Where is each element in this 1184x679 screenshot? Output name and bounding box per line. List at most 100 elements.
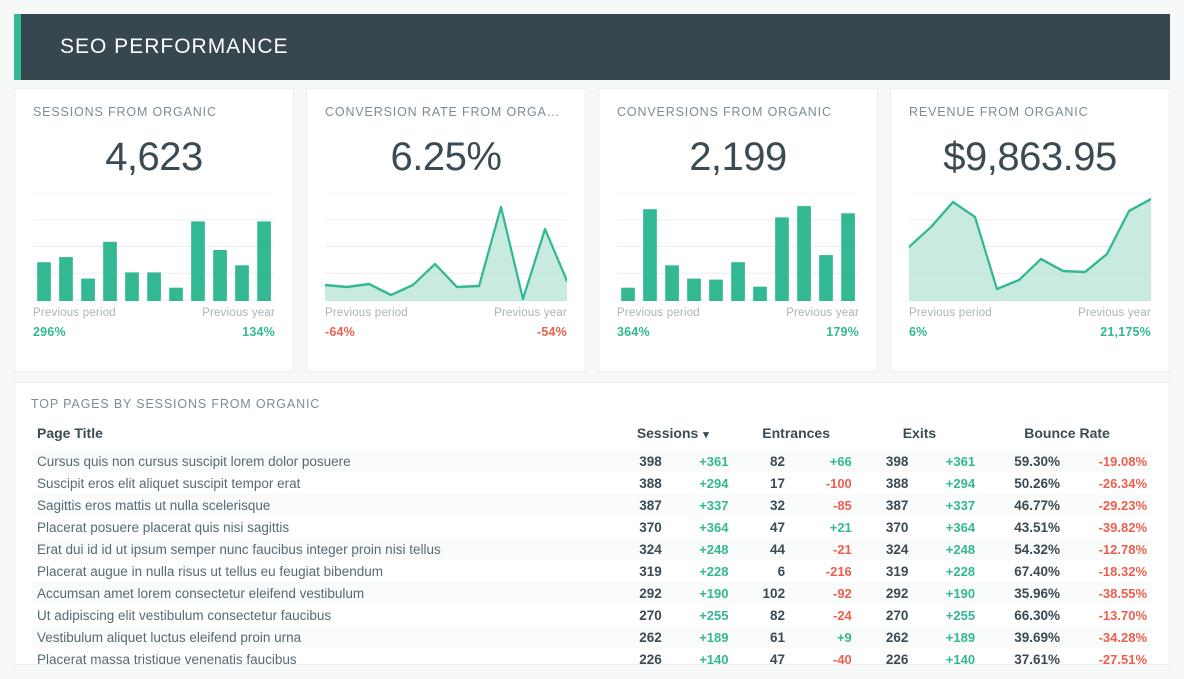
kpi-title: CONVERSION RATE FROM ORGA… bbox=[325, 105, 561, 119]
cell-sessions: 292 bbox=[639, 585, 662, 601]
cell-sessions-delta: +140 bbox=[699, 651, 729, 665]
prev-period-label: Previous period bbox=[617, 307, 700, 319]
cell-exits: 226 bbox=[885, 651, 909, 665]
prev-period-delta: 296% bbox=[33, 325, 66, 339]
kpi-sparkline-chart bbox=[33, 193, 275, 301]
cell-bounce-rate-delta: -34.28% bbox=[1098, 629, 1147, 645]
cell-exits: 270 bbox=[885, 607, 909, 623]
cell-exits-delta: +228 bbox=[945, 563, 976, 579]
top-pages-panel: TOP PAGES BY SESSIONS FROM ORGANIC Page … bbox=[14, 382, 1170, 665]
cell-bounce-rate: 59.30% bbox=[1014, 453, 1060, 469]
prev-year-label: Previous year bbox=[202, 307, 275, 319]
cell-entrances-delta: -216 bbox=[825, 563, 852, 579]
cell-page-title: Sagittis eros mattis ut nulla scelerisqu… bbox=[37, 497, 271, 513]
prev-period-label: Previous period bbox=[325, 307, 408, 319]
prev-period-label: Previous period bbox=[909, 307, 992, 319]
column-header-sessions[interactable]: Sessions ▾ bbox=[611, 421, 734, 450]
table-row[interactable]: Sagittis eros mattis ut nulla scelerisqu… bbox=[31, 494, 1153, 516]
cell-sessions: 324 bbox=[639, 541, 662, 557]
cell-exits: 292 bbox=[885, 585, 909, 601]
table-row[interactable]: Vestibulum aliquet luctus eleifend proin… bbox=[31, 626, 1153, 648]
column-header-entrances[interactable]: Entrances bbox=[734, 421, 857, 450]
cell-bounce-rate: 37.61% bbox=[1014, 651, 1060, 665]
cell-exits-delta: +140 bbox=[945, 651, 976, 665]
cell-exits-delta: +364 bbox=[945, 519, 976, 535]
kpi-footer: Previous period 364% Previous year 179% bbox=[617, 307, 859, 339]
cell-entrances-delta: -40 bbox=[833, 651, 852, 665]
prev-year-label: Previous year bbox=[1078, 307, 1151, 319]
cell-exits-delta: +190 bbox=[945, 585, 976, 601]
kpi-footer: Previous period -64% Previous year -54% bbox=[325, 307, 567, 339]
kpi-card[interactable]: SESSIONS FROM ORGANIC 4,623 Previous per… bbox=[14, 88, 294, 372]
cell-exits: 370 bbox=[885, 519, 909, 535]
kpi-sparkline-chart bbox=[909, 193, 1151, 301]
column-header-bounce-rate[interactable]: Bounce Rate bbox=[981, 421, 1153, 450]
cell-sessions-delta: +248 bbox=[699, 541, 729, 557]
cell-entrances: 17 bbox=[770, 475, 786, 491]
cell-page-title: Placerat posuere placerat quis nisi sagi… bbox=[37, 519, 290, 535]
cell-bounce-rate: 43.51% bbox=[1014, 519, 1060, 535]
prev-year-delta: 179% bbox=[826, 325, 859, 339]
table-row[interactable]: Accumsan amet lorem consectetur eleifend… bbox=[31, 582, 1153, 604]
cell-entrances: 82 bbox=[770, 607, 786, 623]
table-row[interactable]: Ut adipiscing elit vestibulum consectetu… bbox=[31, 604, 1153, 626]
table-row[interactable]: Erat dui id id ut ipsum semper nunc fauc… bbox=[31, 538, 1153, 560]
cell-bounce-rate: 46.77% bbox=[1014, 497, 1060, 513]
cell-entrances: 32 bbox=[770, 497, 786, 513]
kpi-footer: Previous period 296% Previous year 134% bbox=[33, 307, 275, 339]
cell-entrances-delta: +9 bbox=[836, 629, 852, 645]
prev-year-delta: 134% bbox=[242, 325, 275, 339]
cell-exits-delta: +189 bbox=[945, 629, 976, 645]
table-row[interactable]: Placerat massa tristique venenatis fauci… bbox=[31, 648, 1153, 665]
table-row[interactable]: Placerat augue in nulla risus ut tellus … bbox=[31, 560, 1153, 582]
cell-page-title: Erat dui id id ut ipsum semper nunc fauc… bbox=[37, 541, 441, 557]
table-row[interactable]: Placerat posuere placerat quis nisi sagi… bbox=[31, 516, 1153, 538]
cell-exits: 324 bbox=[885, 541, 909, 557]
cell-sessions-delta: +228 bbox=[699, 563, 729, 579]
table-row[interactable]: Suscipit eros elit aliquet suscipit temp… bbox=[31, 472, 1153, 494]
header-accent-bar bbox=[14, 14, 21, 80]
kpi-card-row: SESSIONS FROM ORGANIC 4,623 Previous per… bbox=[14, 88, 1170, 372]
cell-bounce-rate-delta: -12.78% bbox=[1098, 541, 1147, 557]
column-header-exits[interactable]: Exits bbox=[858, 421, 981, 450]
kpi-value: 2,199 bbox=[689, 135, 787, 179]
cell-exits-delta: +361 bbox=[945, 453, 976, 469]
cell-page-title: Ut adipiscing elit vestibulum consectetu… bbox=[37, 607, 332, 623]
cell-entrances: 47 bbox=[770, 651, 786, 665]
cell-page-title: Accumsan amet lorem consectetur eleifend… bbox=[37, 585, 365, 601]
kpi-footer: Previous period 6% Previous year 21,175% bbox=[909, 307, 1151, 339]
cell-sessions-delta: +189 bbox=[699, 629, 729, 645]
kpi-card[interactable]: CONVERSION RATE FROM ORGA… 6.25% Previou… bbox=[306, 88, 586, 372]
page-title: SEO PERFORMANCE bbox=[60, 35, 289, 58]
cell-sessions-delta: +361 bbox=[699, 453, 729, 469]
prev-period-label: Previous period bbox=[33, 307, 116, 319]
cell-sessions: 387 bbox=[639, 497, 662, 513]
cell-exits: 319 bbox=[885, 563, 909, 579]
kpi-card[interactable]: CONVERSIONS FROM ORGANIC 2,199 Previous … bbox=[598, 88, 878, 372]
cell-bounce-rate-delta: -19.08% bbox=[1098, 453, 1147, 469]
kpi-value: 6.25% bbox=[390, 135, 502, 179]
cell-entrances-delta: +66 bbox=[829, 453, 852, 469]
cell-page-title: Placerat augue in nulla risus ut tellus … bbox=[37, 563, 383, 579]
cell-entrances-delta: -92 bbox=[833, 585, 852, 601]
table-row[interactable]: Cursus quis non cursus suscipit lorem do… bbox=[31, 450, 1153, 472]
cell-sessions: 319 bbox=[639, 563, 662, 579]
cell-sessions: 388 bbox=[639, 475, 662, 491]
kpi-title: SESSIONS FROM ORGANIC bbox=[33, 105, 217, 119]
table-header-row: Page Title Sessions ▾ Entrances Exits Bou… bbox=[31, 421, 1153, 450]
chevron-down-icon: ▾ bbox=[703, 428, 709, 441]
prev-year-label: Previous year bbox=[786, 307, 859, 319]
cell-sessions-delta: +190 bbox=[699, 585, 729, 601]
cell-sessions-delta: +255 bbox=[699, 607, 729, 623]
kpi-title: CONVERSIONS FROM ORGANIC bbox=[617, 105, 832, 119]
cell-page-title: Vestibulum aliquet luctus eleifend proin… bbox=[37, 629, 302, 645]
kpi-card[interactable]: REVENUE FROM ORGANIC $9,863.95 Previous … bbox=[890, 88, 1170, 372]
cell-bounce-rate-delta: -39.82% bbox=[1098, 519, 1147, 535]
cell-exits-delta: +248 bbox=[945, 541, 976, 557]
cell-exits: 398 bbox=[885, 453, 909, 469]
cell-sessions: 270 bbox=[639, 607, 662, 623]
cell-page-title: Cursus quis non cursus suscipit lorem do… bbox=[37, 453, 351, 469]
cell-exits-delta: +294 bbox=[945, 475, 976, 491]
kpi-value: $9,863.95 bbox=[943, 135, 1117, 179]
column-header-page-title[interactable]: Page Title bbox=[31, 421, 611, 450]
